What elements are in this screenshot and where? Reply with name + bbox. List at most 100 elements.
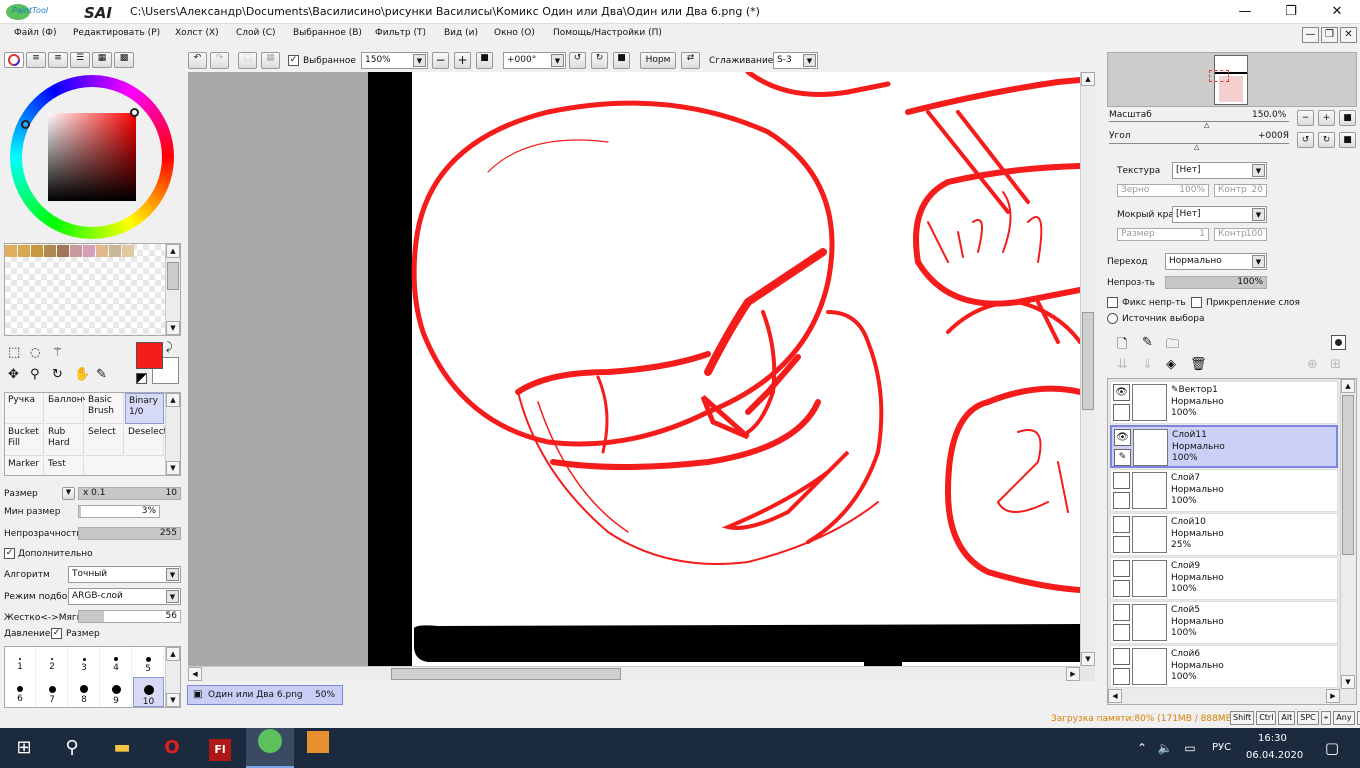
layer-lock-icon[interactable] <box>1113 404 1130 421</box>
contrast-slider[interactable]: Контр 20 <box>1214 184 1267 197</box>
layer-item[interactable]: Слой6 Нормально 100% <box>1110 645 1338 688</box>
layer-opacity-slider[interactable]: 100% <box>1165 276 1267 289</box>
tool-pen[interactable]: Ручка <box>5 393 44 424</box>
tool-scrollbar[interactable]: ▲ ▼ <box>165 393 180 475</box>
scroll-up-icon[interactable]: ▲ <box>166 647 180 661</box>
menu-layer[interactable]: Слой (С) <box>236 28 276 38</box>
mdi-restore-button[interactable]: ❐ <box>1321 27 1338 43</box>
grain-slider[interactable]: Зерно 100% <box>1117 184 1209 197</box>
opacity-slider[interactable]: 255 <box>78 527 181 540</box>
brush-size-preset[interactable]: 6 <box>5 677 36 707</box>
canvas-vscrollbar[interactable]: ▲ ▼ <box>1080 72 1095 666</box>
lasso-icon[interactable]: ◌ <box>30 345 46 361</box>
delete-layer-icon[interactable]: 🗑 <box>1190 357 1207 372</box>
scratchpad-tab[interactable]: ▩ <box>114 52 134 68</box>
hue-handle[interactable] <box>21 120 30 129</box>
app-icon[interactable] <box>294 728 342 768</box>
fix-opacity-checkbox[interactable] <box>1107 297 1118 308</box>
tool-test[interactable]: Test <box>45 457 84 475</box>
min-size-slider[interactable]: 3% <box>78 505 160 518</box>
tool-marker[interactable]: Marker <box>5 457 44 475</box>
tray-expand-icon[interactable]: ⌃ <box>1132 728 1152 768</box>
invert-selection-button[interactable]: ▦ <box>261 52 280 69</box>
apply-mask-icon[interactable]: ⊕ <box>1307 357 1318 372</box>
volume-icon[interactable]: 🔈 <box>1155 728 1175 768</box>
color-swatch[interactable] <box>109 245 121 257</box>
scroll-down-icon[interactable]: ▼ <box>1081 652 1095 666</box>
magic-wand-icon[interactable]: ⚚ <box>52 345 68 361</box>
menu-filter[interactable]: Фильтр (Т) <box>375 28 426 38</box>
menu-help[interactable]: Помощь/Настройки (П) <box>553 28 662 38</box>
layer-lock-icon[interactable] <box>1113 492 1130 509</box>
scroll-right-icon[interactable]: ▶ <box>1066 667 1080 681</box>
zoom-select[interactable]: 150% ▼ <box>361 52 428 69</box>
brush-size-preset[interactable]: 7 <box>37 677 68 707</box>
document-tab[interactable]: ▣ Один или Два 6.png 50% <box>187 685 343 705</box>
eyedropper-icon[interactable]: ✎ <box>96 367 112 383</box>
color-swatch[interactable] <box>57 245 69 257</box>
flash-icon[interactable]: Fl <box>196 728 244 768</box>
menu-edit[interactable]: Редактировать (Р) <box>73 28 160 38</box>
canvas-hscrollbar[interactable]: ◀ ▶ <box>188 666 1080 681</box>
move-icon[interactable]: ✥ <box>8 367 24 383</box>
menu-canvas[interactable]: Холст (X) <box>175 28 219 38</box>
color-swatch[interactable] <box>44 245 56 257</box>
canvas-artwork[interactable] <box>188 72 1080 666</box>
brush-size-preset[interactable]: 1 <box>5 647 36 677</box>
rotate-right-button[interactable]: ↻ <box>591 52 608 69</box>
color-swatch[interactable] <box>96 245 108 257</box>
merge-down-icon[interactable]: ⇓ <box>1142 357 1153 372</box>
dots-scrollbar[interactable]: ▲ ▼ <box>165 647 180 707</box>
nav-zoom-reset-button[interactable]: ■ <box>1339 110 1356 126</box>
layer-mask-icon[interactable] <box>1331 335 1346 350</box>
scroll-down-icon[interactable]: ▼ <box>166 321 180 335</box>
zoom-icon[interactable]: ⚲ <box>30 367 46 383</box>
menu-window[interactable]: Окно (О) <box>494 28 535 38</box>
zoom-in-button[interactable]: + <box>454 52 471 69</box>
tool-rub-hard[interactable]: Rub Hard <box>45 425 84 456</box>
layer-lock-icon[interactable] <box>1113 536 1130 553</box>
rotate-reset-button[interactable]: ■ <box>613 52 630 69</box>
transfer-down-icon[interactable]: ⇊ <box>1117 357 1128 372</box>
menu-file[interactable]: Файл (Ф) <box>14 28 57 38</box>
modifier-key[interactable]: ✎ <box>1356 711 1360 725</box>
tool-select[interactable]: Select <box>85 425 124 456</box>
undo-button[interactable]: ↶ <box>188 52 207 69</box>
deselect-button[interactable]: ⬚ <box>238 52 257 69</box>
zoom-reset-button[interactable]: ■ <box>476 52 493 69</box>
scroll-down-icon[interactable]: ▼ <box>166 693 180 707</box>
nav-rotate-reset-button[interactable]: ■ <box>1339 132 1356 148</box>
layers-vscrollbar[interactable]: ▲ ▼ <box>1340 379 1355 689</box>
angle-slider-handle[interactable]: △ <box>1194 143 1199 151</box>
scroll-up-icon[interactable]: ▲ <box>166 393 180 407</box>
nav-zoom-in-button[interactable]: + <box>1318 110 1335 126</box>
visibility-toggle-icon[interactable]: 👁 <box>1113 384 1130 401</box>
wet-edge-select[interactable]: [Нет] ▼ <box>1172 206 1267 223</box>
zoom-out-button[interactable]: − <box>432 52 449 69</box>
rotate-left-button[interactable]: ↺ <box>569 52 586 69</box>
flip-button[interactable]: ⇄ <box>681 52 700 69</box>
mdi-minimize-button[interactable]: — <box>1302 27 1319 43</box>
brush-size-preset[interactable]: 8 <box>69 677 100 707</box>
selection-source-radio[interactable] <box>1107 313 1118 324</box>
rgb-slider-tab[interactable]: ≡ <box>26 52 46 68</box>
modifier-key[interactable]: ⌖ <box>1320 711 1332 725</box>
link-mask-icon[interactable]: ⊞ <box>1330 357 1341 372</box>
brush-size-preset[interactable]: 5 <box>133 647 164 677</box>
rotate-icon[interactable]: ↻ <box>52 367 68 383</box>
tray-language[interactable]: РУС <box>1212 742 1231 753</box>
windows-icon[interactable]: ⊞ <box>0 728 48 768</box>
new-folder-icon[interactable]: 🗀 <box>1166 335 1179 357</box>
scroll-left-icon[interactable]: ◀ <box>188 667 202 681</box>
layer-lock-icon[interactable]: ✎ <box>1114 449 1131 466</box>
navigator-preview[interactable] <box>1107 52 1357 107</box>
hardness-slider[interactable]: 56 <box>78 610 181 623</box>
modifier-key[interactable]: Alt <box>1278 711 1296 725</box>
algorithm-select[interactable]: Точный ▼ <box>68 566 181 583</box>
tool-airbrush[interactable]: Баллончик <box>45 393 99 424</box>
tool-bucket-fill[interactable]: Bucket Fill <box>5 425 44 456</box>
layer-lock-icon[interactable] <box>1113 580 1130 597</box>
brush-size-preset[interactable]: 10 <box>133 677 164 707</box>
file-explorer-icon[interactable]: ▬ <box>98 728 146 768</box>
menu-view[interactable]: Вид (и) <box>444 28 478 38</box>
